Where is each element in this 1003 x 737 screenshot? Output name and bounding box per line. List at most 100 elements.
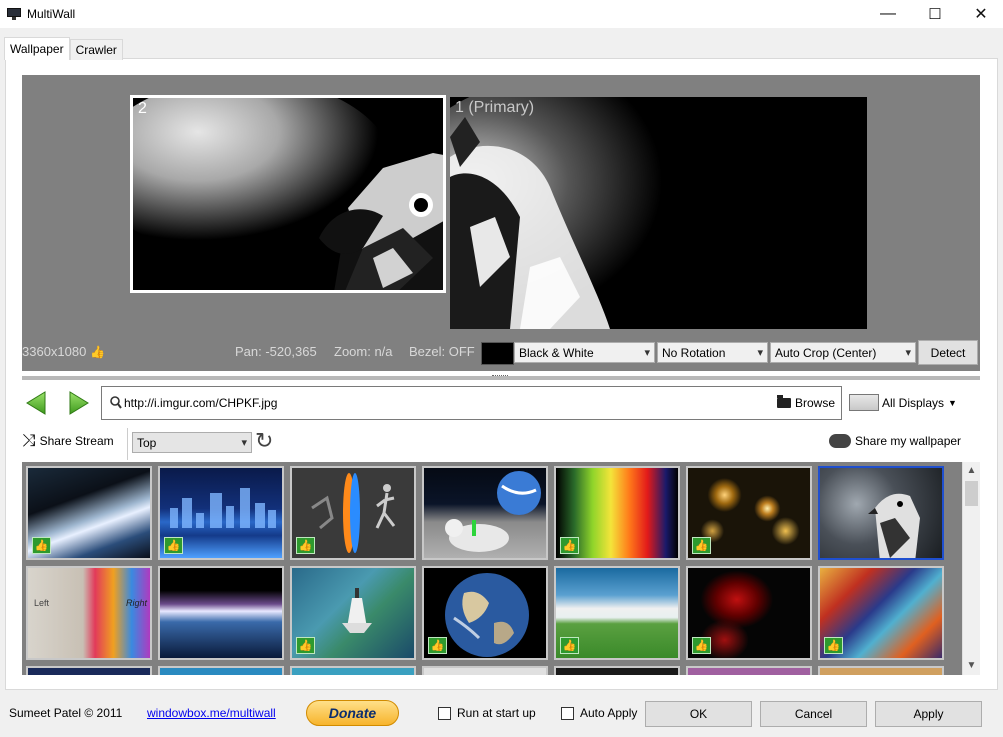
like-icon[interactable]: 👍 <box>296 537 315 554</box>
thumbnail[interactable]: 👍 <box>290 466 416 560</box>
bezel-label: Bezel: OFF <box>409 344 475 359</box>
scroll-down-arrow-icon[interactable]: ▼ <box>963 657 980 674</box>
forward-arrow-icon[interactable] <box>69 391 89 415</box>
thumbnail[interactable]: 👍 <box>686 466 812 560</box>
back-arrow-icon[interactable] <box>26 391 46 415</box>
crop-select[interactable]: Auto Crop (Center) ▾ <box>770 342 916 363</box>
share-wallpaper-label: Share my wallpaper <box>855 434 962 448</box>
thumbnail[interactable] <box>290 666 416 675</box>
shuffle-icon: ⤨ <box>22 431 36 450</box>
brain-right-text: Right <box>126 598 148 608</box>
title-bar: MultiWall — ☐ ✕ <box>0 0 1003 28</box>
thumbnail[interactable] <box>158 566 284 660</box>
chevron-down-icon: ▾ <box>757 347 763 359</box>
detect-button[interactable]: Detect <box>918 340 978 365</box>
monitor-1-preview[interactable]: 1 (Primary) <box>450 97 867 329</box>
resolution-label: 3360x1080 👍 <box>22 344 105 359</box>
thumbnail[interactable]: 👍 <box>554 566 680 660</box>
scrollbar-thumb[interactable] <box>965 481 978 506</box>
hawk-thumbnail-image <box>868 493 920 558</box>
color-mode-select[interactable]: Black & White ▾ <box>514 342 655 363</box>
rotation-value: No Rotation <box>662 345 726 360</box>
wallpaper-preview[interactable]: 2 1 (Primary) 3360x1080 👍 Pan: -520,365 … <box>22 75 980 371</box>
auto-apply-checkbox[interactable]: Auto Apply <box>561 706 637 720</box>
like-icon[interactable]: 👍 <box>32 537 51 554</box>
ok-button[interactable]: OK <box>645 701 752 727</box>
thumbnail[interactable] <box>26 666 152 675</box>
author-credit: Sumeet Patel © 2011 <box>9 706 123 720</box>
close-button[interactable]: ✕ <box>958 0 1003 28</box>
like-icon[interactable]: 👍 <box>560 637 579 654</box>
thumbnail[interactable]: 👍 <box>290 566 416 660</box>
thumbnail[interactable] <box>818 666 944 675</box>
crop-value: Auto Crop (Center) <box>775 345 877 360</box>
like-icon[interactable]: 👍 <box>560 537 579 554</box>
displays-label: All Displays <box>882 395 945 410</box>
chevron-down-icon: ▼ <box>948 397 957 408</box>
like-icon[interactable]: 👍 <box>296 637 315 654</box>
chevron-down-icon: ▾ <box>905 347 911 359</box>
browse-label: Browse <box>794 396 835 410</box>
brain-left-text: Left <box>34 598 50 608</box>
splitter-grip[interactable] <box>492 375 508 377</box>
url-value: http://i.imgur.com/CHPKF.jpg <box>124 396 278 410</box>
displays-dropdown[interactable]: All Displays ▼ <box>849 394 957 411</box>
monitor-icon <box>849 394 879 411</box>
like-icon[interactable]: 👍 <box>824 637 843 654</box>
scroll-up-arrow-icon[interactable]: ▲ <box>963 462 980 479</box>
monitor-2-preview[interactable]: 2 <box>130 95 446 293</box>
divider <box>127 428 128 460</box>
pan-label: Pan: -520,365 <box>235 344 317 359</box>
like-icon[interactable]: 👍 <box>164 537 183 554</box>
astronaut-image <box>445 471 541 552</box>
color-mode-value: Black & White <box>519 345 594 360</box>
stream-sort-select[interactable]: Top ▾ <box>132 432 252 453</box>
thumbs-up-icon[interactable]: 👍 <box>90 345 105 359</box>
checkbox-icon[interactable] <box>561 706 574 720</box>
sort-value: Top <box>137 435 157 450</box>
like-icon[interactable]: 👍 <box>692 537 711 554</box>
like-icon[interactable]: 👍 <box>428 637 447 654</box>
tab-crawler[interactable]: Crawler <box>69 39 123 60</box>
hawk-image-right <box>450 97 867 329</box>
checkbox-icon[interactable] <box>438 706 451 720</box>
thumbnail[interactable]: 👍 <box>686 566 812 660</box>
app-icon <box>7 8 21 20</box>
share-stream-button[interactable]: ⤨ Share Stream <box>22 432 114 449</box>
browse-button[interactable]: Browse <box>776 395 835 410</box>
apply-button[interactable]: Apply <box>875 701 982 727</box>
minimize-button[interactable]: — <box>865 0 911 28</box>
hawk-image-left <box>133 98 443 290</box>
website-link[interactable]: windowbox.me/multiwall <box>147 706 276 720</box>
thumbnail[interactable]: 👍 <box>422 566 548 660</box>
share-wallpaper-button[interactable]: Share my wallpaper <box>829 434 961 448</box>
thumbnail[interactable] <box>158 666 284 675</box>
search-icon <box>110 396 122 409</box>
thumbnail[interactable] <box>422 466 548 560</box>
grid-scrollbar[interactable]: ▲ ▼ <box>962 462 980 675</box>
monitor-2-label: 2 <box>138 100 147 117</box>
refresh-icon[interactable]: ↻ <box>255 430 273 452</box>
share-stream-label: Share Stream <box>39 433 114 448</box>
url-input[interactable]: http://i.imgur.com/CHPKF.jpg Browse <box>101 386 842 420</box>
thumbnail[interactable]: Left Right <box>26 566 152 660</box>
run-at-startup-checkbox[interactable]: Run at start up <box>438 706 536 720</box>
thumbnail-selected[interactable] <box>818 466 944 560</box>
rotation-select[interactable]: No Rotation ▾ <box>657 342 768 363</box>
thumbnail[interactable]: 👍 <box>158 466 284 560</box>
maximize-button[interactable]: ☐ <box>912 0 958 28</box>
thumbnail[interactable] <box>554 666 680 675</box>
monitor-1-label: 1 (Primary) <box>455 99 535 116</box>
zoom-label: Zoom: n/a <box>334 344 393 359</box>
thumbnail[interactable]: 👍 <box>26 466 152 560</box>
like-icon[interactable]: 👍 <box>692 637 711 654</box>
cancel-button[interactable]: Cancel <box>760 701 867 727</box>
tab-wallpaper[interactable]: Wallpaper <box>4 37 70 60</box>
background-color-swatch[interactable] <box>481 342 514 365</box>
thumbnail[interactable]: 👍 <box>554 466 680 560</box>
thumbnail[interactable]: 👍 <box>818 566 944 660</box>
thumbnail[interactable] <box>422 666 548 675</box>
chevron-down-icon: ▾ <box>241 437 247 449</box>
thumbnail[interactable] <box>686 666 812 675</box>
donate-button[interactable]: Donate <box>306 700 399 726</box>
